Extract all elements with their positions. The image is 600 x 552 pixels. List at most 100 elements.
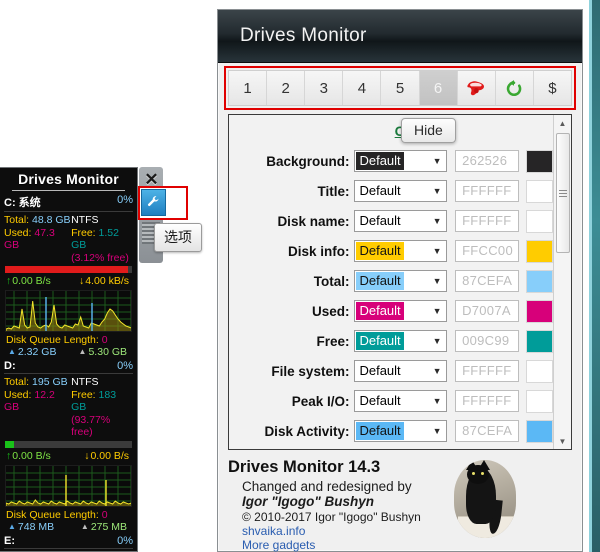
- color-setting-label: Free:: [316, 333, 350, 349]
- chevron-down-icon: ▼: [432, 426, 442, 436]
- tab-4[interactable]: 4: [343, 71, 382, 105]
- color-setting-row: Disk Read:Default▼7EE444: [229, 447, 553, 451]
- drive-activity-percent: 0%: [117, 360, 133, 372]
- color-preset-value: Default: [356, 152, 404, 170]
- tab-2[interactable]: 2: [267, 71, 306, 105]
- color-settings-rows: Background: Default ▼ 262526 Title: Default ▼ F…: [229, 147, 554, 451]
- drive-block[interactable]: E:0%Total: 687 GBNTFSUsed: 11.4 GBFree: …: [0, 535, 137, 551]
- drive-name: D:: [4, 360, 16, 372]
- free-percent: (3.12% free): [71, 251, 129, 264]
- color-preset-select[interactable]: Default ▼: [354, 210, 448, 232]
- color-setting-row: Disk Activity: Default ▼ 87CEFA: [229, 417, 554, 445]
- tab-label: 6: [433, 79, 443, 97]
- drive-name: E:: [4, 534, 15, 547]
- color-swatch[interactable]: [526, 450, 553, 451]
- scrollbar-thumb[interactable]: [556, 133, 570, 253]
- tab-6[interactable]: 6: [419, 71, 458, 105]
- download-rate: 4.00 kB/s: [79, 275, 129, 287]
- total-value: 195 GB: [32, 376, 68, 388]
- color-swatch[interactable]: [525, 239, 554, 263]
- drive-divider: [4, 211, 133, 212]
- color-hex-input[interactable]: 87CEFA: [455, 420, 519, 442]
- used-label: Used:: [4, 388, 32, 401]
- color-setting-row: Used: Default ▼ D7007A: [229, 297, 554, 325]
- cat-ear-right: [478, 460, 490, 470]
- total-label: Total:: [4, 376, 30, 388]
- color-hex-input[interactable]: 87CEFA: [455, 270, 519, 292]
- colors-link[interactable]: Co: [229, 123, 553, 139]
- activity-graph: [5, 464, 132, 507]
- cat-eye-left: [472, 472, 475, 475]
- usage-bar: [5, 440, 132, 448]
- color-hex-input[interactable]: FFFFFF: [455, 210, 519, 232]
- color-hex-input[interactable]: 262526: [455, 150, 519, 172]
- drive-block[interactable]: D: 0% Total: 195 GB NTFS Used: 12.2 GB Free: …: [0, 360, 137, 535]
- tab-5[interactable]: 5: [381, 71, 420, 105]
- color-setting-label: Background:: [266, 153, 350, 169]
- color-preset-select[interactable]: Default ▼: [354, 270, 448, 292]
- color-swatch[interactable]: [525, 209, 554, 233]
- color-preset-select[interactable]: Default ▼: [354, 150, 448, 172]
- about-more-gadgets-link[interactable]: More gadgets: [228, 538, 572, 552]
- tab-$[interactable]: $: [533, 71, 571, 105]
- settings-scroll-panel: Co Background:Default▼262526Title:Defaul…: [228, 114, 572, 450]
- free-label: Free:: [71, 226, 96, 239]
- color-hex-input[interactable]: FFFFFF: [455, 360, 519, 382]
- total-value: 48.8 GB: [32, 214, 71, 226]
- color-hex-input[interactable]: FFCC00: [455, 240, 519, 262]
- scroll-up-icon[interactable]: ▲: [554, 115, 571, 131]
- color-setting-row: Title: Default ▼ FFFFFF: [229, 177, 554, 205]
- color-swatch[interactable]: [525, 389, 554, 413]
- download-rate: 0.00 B/s: [84, 450, 129, 462]
- color-hex-input[interactable]: D7007A: [455, 300, 519, 322]
- options-button[interactable]: [141, 189, 166, 216]
- scrollbar[interactable]: ▲ ▼: [553, 115, 571, 449]
- color-preset-select[interactable]: Default ▼: [354, 390, 448, 412]
- color-preset-select[interactable]: Default ▼: [354, 240, 448, 262]
- color-preset-select[interactable]: Default ▼: [354, 360, 448, 382]
- color-setting-row: File system: Default ▼ FFFFFF: [229, 357, 554, 385]
- color-hex-input[interactable]: 009C99: [455, 330, 519, 352]
- gadget-title: Drives Monitor: [18, 171, 119, 187]
- tab-undo-icon[interactable]: [495, 71, 534, 105]
- cat-eye-right: [481, 472, 484, 475]
- tab-tongue-icon[interactable]: [457, 71, 496, 105]
- color-preset-select[interactable]: Default ▼: [354, 330, 448, 352]
- color-setting-label: Title:: [317, 183, 350, 199]
- scroll-down-icon[interactable]: ▼: [554, 433, 571, 449]
- color-swatch[interactable]: [525, 269, 554, 293]
- color-preset-value: Default: [359, 213, 401, 228]
- tab-bar: 1 2 3 4 5 6 $: [228, 70, 572, 106]
- filesystem-value: NTFS: [71, 376, 99, 388]
- color-setting-label: Used:: [311, 303, 350, 319]
- color-preset-select[interactable]: Default ▼: [354, 300, 448, 322]
- color-hex-input[interactable]: FFFFFF: [455, 390, 519, 412]
- tab-1[interactable]: 1: [229, 71, 268, 105]
- drive-header: E: 0%: [2, 535, 135, 547]
- hide-tooltip[interactable]: Hide: [401, 118, 456, 143]
- color-preset-select[interactable]: Default ▼: [354, 420, 448, 442]
- chevron-down-icon: ▼: [432, 216, 442, 226]
- color-swatch[interactable]: [525, 149, 554, 173]
- color-hex-input[interactable]: FFFFFF: [455, 180, 519, 202]
- free-percent: (93.77% free): [71, 413, 111, 439]
- tab-3[interactable]: 3: [305, 71, 344, 105]
- drives-monitor-gadget[interactable]: Drives Monitor C: 系统 0% Total: 48.8 GB NTFS…: [0, 167, 138, 552]
- cat-ear-left: [466, 460, 478, 470]
- drive-block[interactable]: C: 系统 0% Total: 48.8 GB NTFS Used: 47.3 GB Fr…: [0, 194, 137, 360]
- color-swatch[interactable]: [525, 359, 554, 383]
- color-setting-row: Peak I/O: Default ▼ FFFFFF: [229, 387, 554, 415]
- write-total: 275 MB: [81, 521, 127, 533]
- queue-value: 0: [101, 508, 108, 521]
- color-setting-label: Disk info:: [287, 243, 350, 259]
- color-preset-select[interactable]: Default ▼: [354, 180, 448, 202]
- color-swatch[interactable]: [525, 299, 554, 323]
- write-total: 5.30 GB: [79, 346, 127, 358]
- queue-label: Disk Queue Length:: [6, 334, 99, 346]
- color-swatch[interactable]: [525, 419, 554, 443]
- color-setting-label: Peak I/O:: [291, 393, 350, 409]
- about-site-link[interactable]: shvaika.info: [228, 524, 572, 538]
- gadget-title-divider: [12, 190, 125, 191]
- color-swatch[interactable]: [525, 179, 554, 203]
- color-swatch[interactable]: [525, 329, 554, 353]
